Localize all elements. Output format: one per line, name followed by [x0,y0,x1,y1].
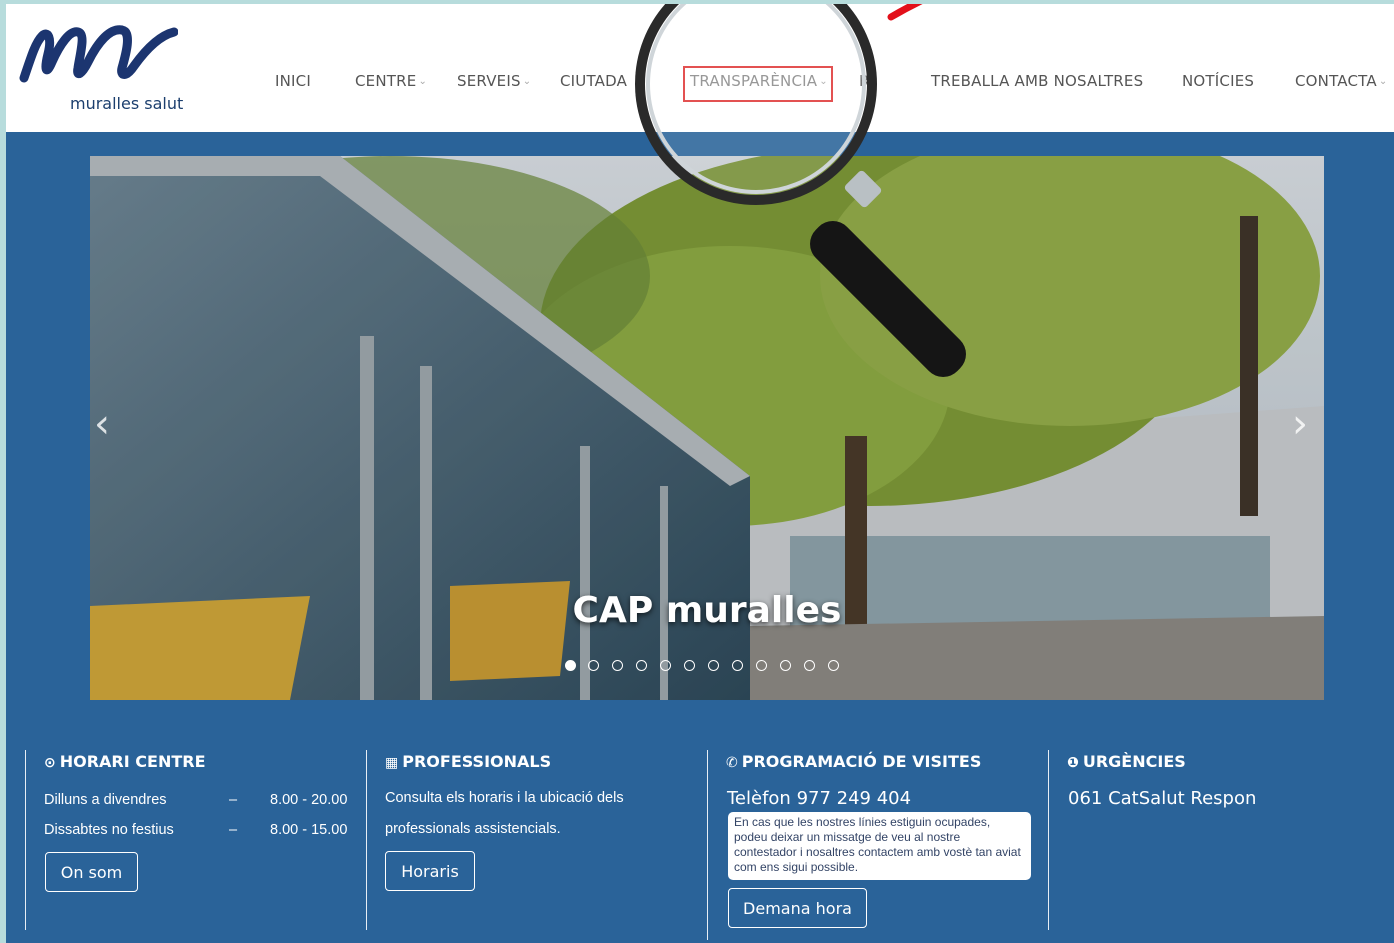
professionals-title: ▦ PROFESSIONALS [385,752,552,771]
slider-dot[interactable] [636,660,647,671]
alert-icon: ❶ [1067,755,1079,771]
phone-icon: ✆ [726,755,738,771]
urgencies-title: ❶ URGÈNCIES [1067,752,1186,771]
professionals-text-2: professionals assistencials. [385,821,561,837]
horari-sep: – [229,792,238,808]
horari-centre-panel: ⊙ HORARI CENTRE Dilluns a divendres – 8.0… [25,750,366,930]
slider-dot[interactable] [708,660,719,671]
chevron-down-icon: ⌄ [1378,76,1388,87]
slider-dot[interactable] [780,660,791,671]
visites-note: En cas que les nostres línies estiguin o… [728,812,1031,880]
visites-title: ✆ PROGRAMACIÓ DE VISITES [726,752,982,771]
professionals-text-1: Consulta els horaris i la ubicació dels [385,790,624,806]
slider-dot[interactable] [804,660,815,671]
horari-day: Dissabtes no festius [44,822,174,838]
nav-item-serveis[interactable]: SERVEIS ⌄ [457,72,531,90]
nav-item-ciutadania[interactable]: CIUTADA [560,72,627,90]
professionals-panel: ▦ PROFESSIONALS Consulta els horaris i la… [366,750,707,930]
nav-item-centre[interactable]: CENTRE ⌄ [355,72,427,90]
slider-dot[interactable] [612,660,623,671]
hero-slider[interactable]: ‹ › CAP muralles [90,156,1324,700]
slider-dot[interactable] [828,660,839,671]
logo-text: muralles salut [70,94,184,113]
slider-dot[interactable] [588,660,599,671]
chevron-down-icon: ⌄ [418,76,428,87]
slider-dot[interactable] [660,660,671,671]
chevron-left-icon[interactable]: ‹ [94,401,110,447]
slider-dot[interactable] [732,660,743,671]
slide-caption: CAP muralles [572,590,842,631]
site-logo[interactable]: muralles salut [18,14,188,124]
chevron-down-icon: ⌄ [522,76,532,87]
programacio-visites-panel: ✆ PROGRAMACIÓ DE VISITES Telèfon 977 249 … [707,750,1048,940]
nav-item-noticies[interactable]: NOTÍCIES [1182,72,1254,90]
horaris-button[interactable]: Horaris [385,851,475,891]
logo-mark-icon [19,25,178,83]
nav-item-treballa[interactable]: TREBALLA AMB NOSALTRES [931,72,1143,90]
on-som-button[interactable]: On som [45,852,138,892]
slider-dot[interactable] [565,660,576,671]
site-header: muralles salut INICI CENTRE ⌄ SERVEIS ⌄ CI… [6,4,1394,132]
calendar-icon: ▦ [385,755,399,771]
horari-hours: 8.00 - 15.00 [270,822,348,838]
nav-item-r[interactable]: R [859,72,870,90]
horari-day: Dilluns a divendres [44,792,167,808]
slider-dot[interactable] [756,660,767,671]
slider-dot[interactable] [684,660,695,671]
demana-hora-button[interactable]: Demana hora [728,888,867,928]
horari-hours: 8.00 - 20.00 [270,792,348,808]
browser-viewport: muralles salut INICI CENTRE ⌄ SERVEIS ⌄ CI… [6,4,1394,943]
chevron-right-icon[interactable]: › [1292,401,1308,447]
clock-icon: ⊙ [44,755,56,771]
urgencies-panel: ❶ URGÈNCIES 061 CatSalut Respon [1048,750,1389,930]
urgencies-text: 061 CatSalut Respon [1068,788,1257,809]
visites-phone[interactable]: Telèfon 977 249 404 [727,788,911,809]
transparencia-highlight-box [683,66,833,102]
horari-sep: – [229,822,238,838]
nav-item-inici[interactable]: INICI [275,72,311,90]
horari-title: ⊙ HORARI CENTRE [44,752,206,771]
nav-item-contacta[interactable]: CONTACTA ⌄ [1295,72,1387,90]
